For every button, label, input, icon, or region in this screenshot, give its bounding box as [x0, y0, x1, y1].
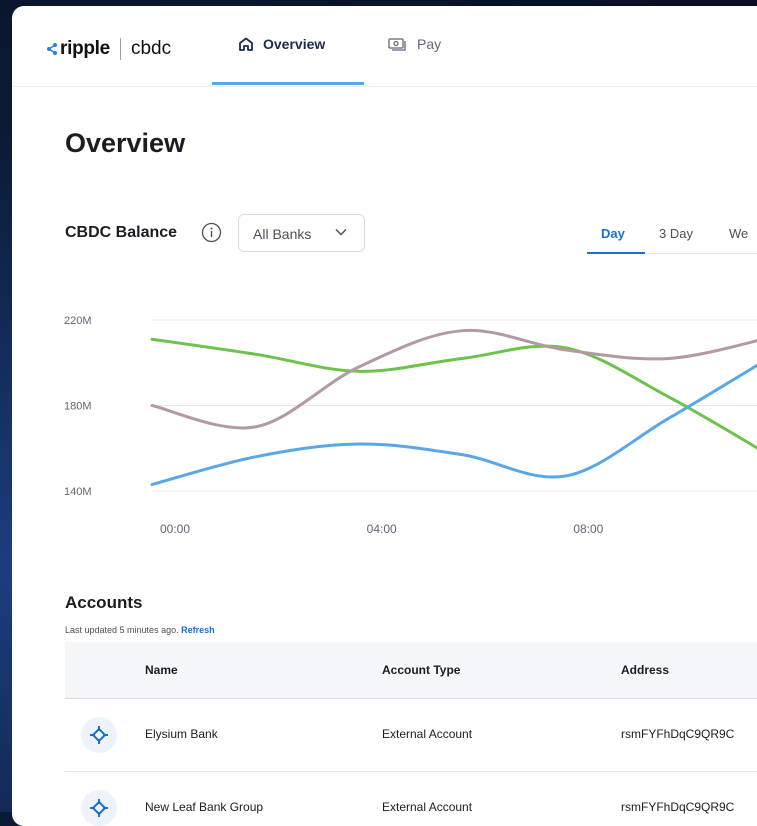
cash-icon: [388, 38, 406, 51]
product-name: cbdc: [130, 38, 172, 59]
tab-overview[interactable]: Overview: [238, 36, 325, 52]
tab-pay-label: Pay: [417, 36, 442, 52]
accounts-title: Accounts: [65, 593, 143, 612]
logo-text: ripple: [60, 38, 110, 59]
x-tick-label: 00:00: [160, 522, 190, 536]
tab-pay[interactable]: Pay: [388, 36, 441, 52]
balance-header: CBDC Balance All Banks Day 3 Day We: [65, 214, 757, 254]
info-icon[interactable]: [201, 222, 222, 243]
account-icon: [81, 717, 117, 753]
balance-chart: 220M 180M 140M 00:00 04:00 08:00: [64, 315, 757, 536]
page-title: Overview: [65, 128, 186, 158]
column-header-account-type[interactable]: Account Type: [382, 663, 460, 677]
refresh-link[interactable]: Refresh: [181, 625, 215, 635]
range-3-day[interactable]: 3 Day: [659, 226, 693, 241]
column-header-name[interactable]: Name: [145, 663, 178, 677]
ripple-logo-icon: [47, 43, 57, 55]
series-line-mauve: [150, 328, 757, 430]
accounts-updated-text: Last updated 5 minutes ago. Refresh: [65, 625, 215, 635]
y-tick-label: 140M: [64, 486, 92, 498]
active-tab-indicator: [212, 82, 364, 85]
column-header-address[interactable]: Address: [621, 663, 669, 677]
active-range-indicator: [587, 252, 645, 254]
series-line-green: [150, 337, 757, 450]
account-name: Elysium Bank: [145, 727, 218, 741]
accounts-table: Name Account Type Address Elysium Bank E…: [65, 642, 757, 826]
table-row[interactable]: Elysium Bank External Account rsmFYFhDqC…: [65, 699, 757, 772]
chevron-down-icon: [335, 228, 347, 236]
balance-title: CBDC Balance: [65, 224, 178, 241]
x-tick-label: 08:00: [573, 522, 603, 536]
logo[interactable]: ripple cbdc: [46, 38, 171, 60]
y-tick-label: 220M: [64, 315, 92, 327]
range-day[interactable]: Day: [601, 226, 625, 241]
tab-overview-label: Overview: [263, 36, 326, 52]
table-row[interactable]: New Leaf Bank Group External Account rsm…: [65, 772, 757, 826]
bank-filter-dropdown[interactable]: All Banks: [238, 214, 365, 252]
account-icon: [81, 790, 117, 826]
y-tick-label: 180M: [64, 401, 92, 413]
series-line-blue: [150, 363, 757, 487]
x-tick-label: 04:00: [367, 522, 397, 536]
top-nav: ripple cbdc Overview Pay: [12, 6, 757, 87]
bank-filter-value: All Banks: [253, 226, 312, 242]
account-address: rsmFYFhDqC9QR9C: [621, 727, 735, 741]
logo-divider: [119, 38, 121, 60]
app-window: ripple cbdc Overview Pay Overview CBDC B…: [12, 6, 757, 826]
range-week[interactable]: We: [729, 226, 748, 241]
home-icon: [239, 37, 253, 51]
target-icon: [90, 799, 108, 817]
account-type: External Account: [382, 727, 473, 741]
target-icon: [90, 726, 108, 744]
table-header: Name Account Type Address: [65, 642, 757, 699]
updated-label: Last updated 5 minutes ago.: [65, 625, 179, 635]
